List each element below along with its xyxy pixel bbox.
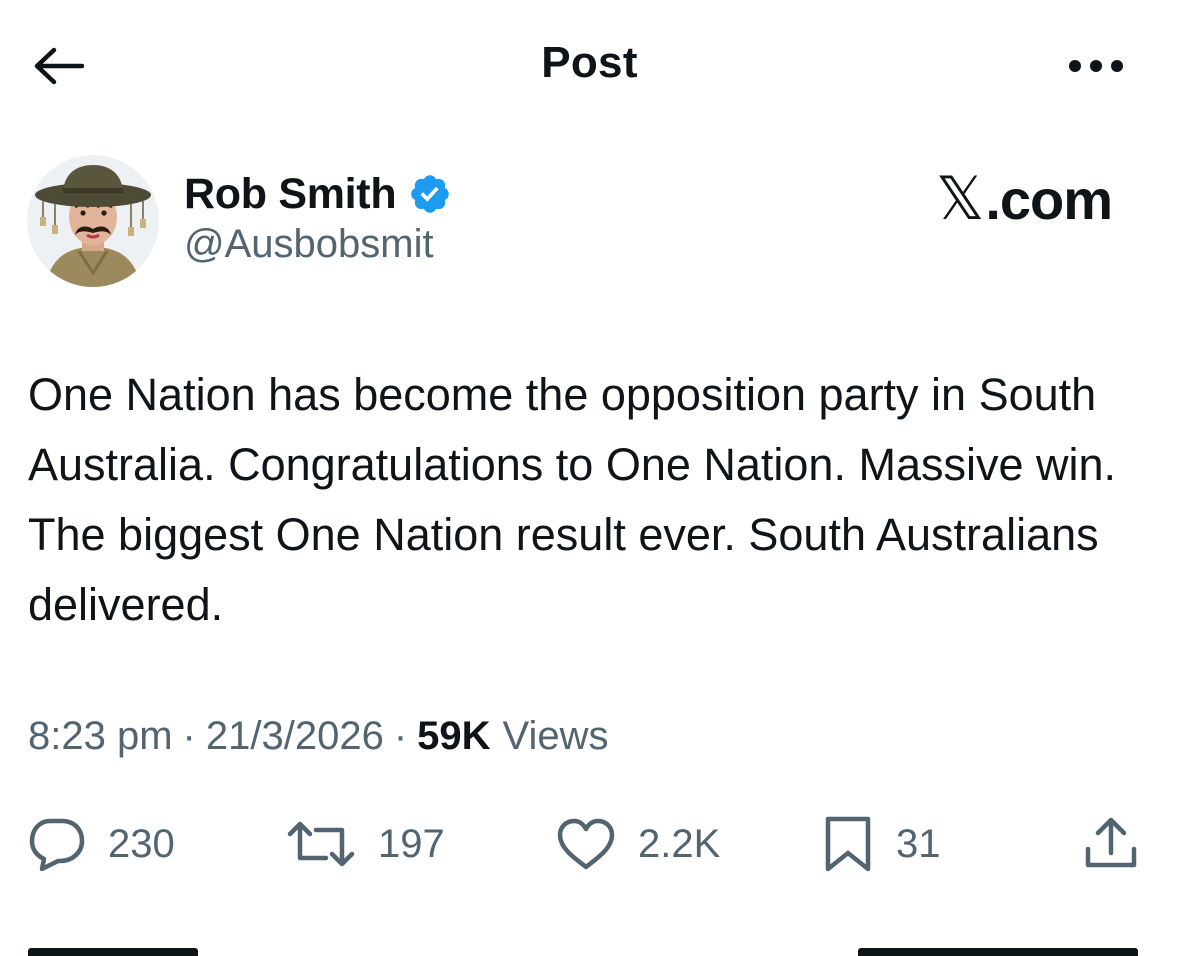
top-bar: Post <box>0 0 1179 130</box>
repost-count: 197 <box>378 821 445 866</box>
author-name-row[interactable]: Rob Smith <box>184 166 452 222</box>
bookmark-button[interactable]: 31 <box>822 808 941 880</box>
post-meta: 8:23 pm · 21/3/2026 · 59K Views <box>28 714 609 759</box>
cut-off-section-header <box>28 936 1158 956</box>
repost-icon <box>287 821 355 867</box>
meta-separator: · <box>182 714 196 758</box>
like-count: 2.2K <box>638 821 721 866</box>
display-name[interactable]: Rob Smith <box>184 170 397 219</box>
more-horizontal-icon <box>1069 60 1123 72</box>
share-button[interactable] <box>1082 808 1140 880</box>
bookmark-count: 31 <box>896 821 941 866</box>
post-text: One Nation has become the opposition par… <box>28 369 1117 630</box>
author-handle[interactable]: @Ausbobsmit <box>184 222 434 267</box>
action-bar: 230 197 2.2K 31 <box>0 808 1179 880</box>
reply-count: 230 <box>108 821 175 866</box>
post-date[interactable]: 21/3/2026 <box>206 714 384 759</box>
page-title: Post <box>541 38 638 87</box>
views-count: 59K <box>417 714 491 758</box>
like-button[interactable]: 2.2K <box>556 808 720 880</box>
views-label: Views <box>502 714 609 758</box>
arrow-left-icon <box>34 47 84 85</box>
repost-button[interactable]: 197 <box>286 808 445 880</box>
back-button[interactable] <box>28 40 88 92</box>
reply-icon <box>29 818 85 871</box>
heart-icon <box>557 818 615 870</box>
site-watermark: 𝕏 .com <box>936 164 1113 234</box>
more-options-button[interactable] <box>1060 42 1132 90</box>
reply-button[interactable]: 230 <box>28 808 175 880</box>
post-time[interactable]: 8:23 pm <box>28 714 173 759</box>
avatar[interactable] <box>27 155 159 287</box>
avatar-icon <box>27 155 159 287</box>
watermark-suffix: .com <box>985 167 1113 231</box>
bookmark-icon <box>825 816 871 872</box>
share-icon <box>1085 817 1137 868</box>
x-logo-glyph: 𝕏 <box>936 165 984 232</box>
verified-badge-icon <box>411 175 450 213</box>
meta-separator: · <box>393 714 408 758</box>
